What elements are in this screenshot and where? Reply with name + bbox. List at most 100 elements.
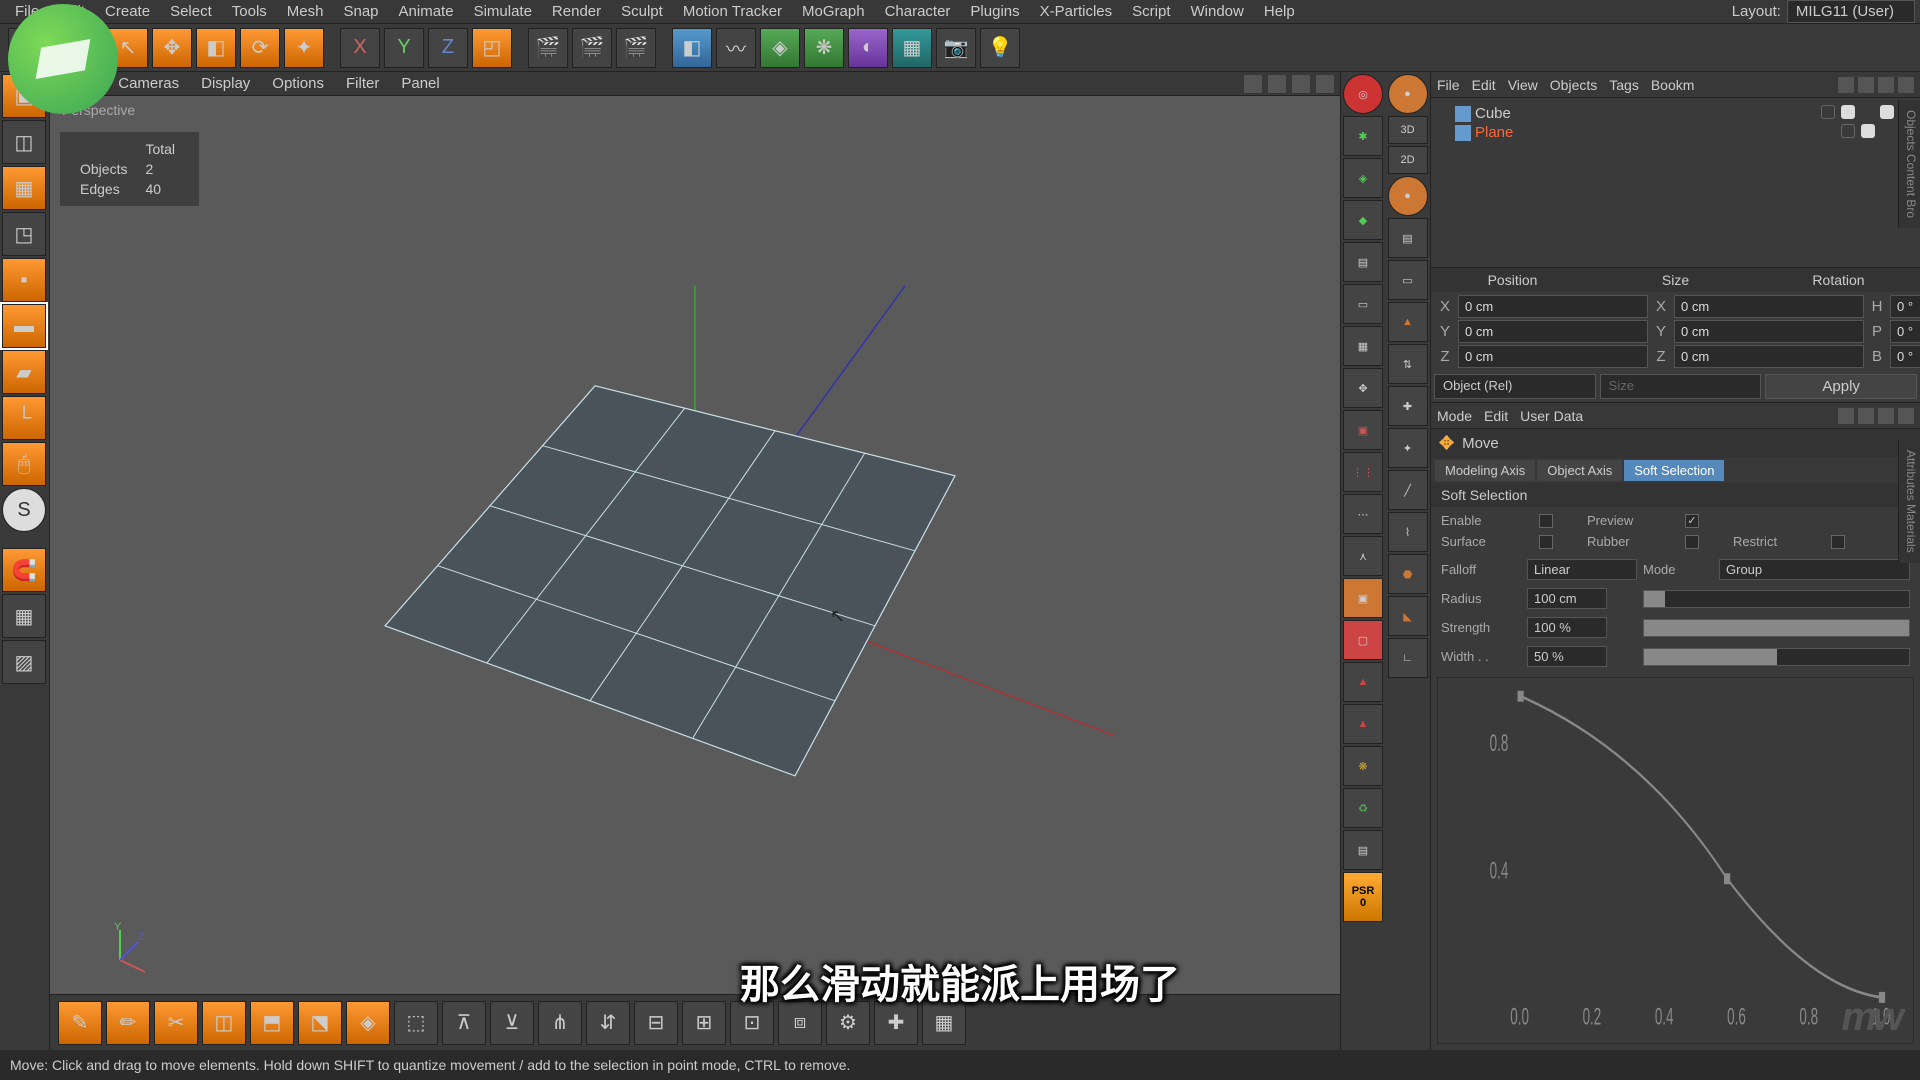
bt-connect-icon[interactable]: ⋔ <box>538 1001 582 1045</box>
obj-menu-tags[interactable]: Tags <box>1609 77 1639 93</box>
obj-menu-edit[interactable]: Edit <box>1472 77 1496 93</box>
render-view[interactable]: 🎬 <box>528 28 568 68</box>
tab-object-axis[interactable]: Object Axis <box>1537 460 1622 481</box>
environment-tool[interactable]: ▦ <box>892 28 932 68</box>
layout-select[interactable]: MILG11 (User) <box>1787 0 1915 23</box>
rt2-cross-icon[interactable]: ✚ <box>1388 386 1428 426</box>
workplane-mode[interactable]: ◳ <box>2 212 46 256</box>
lock-icon[interactable] <box>1878 408 1894 424</box>
rt-warn2-icon[interactable]: ▲ <box>1343 704 1383 744</box>
axis-mode[interactable]: └ <box>2 396 46 440</box>
coord-mode-select[interactable]: Object (Rel) <box>1434 374 1596 399</box>
enable-checkbox[interactable] <box>1539 514 1553 528</box>
x-axis-lock[interactable]: X <box>340 28 380 68</box>
rot-p-input[interactable] <box>1890 320 1920 343</box>
rt-atom-icon[interactable]: ✱ <box>1343 116 1383 156</box>
mode-select[interactable]: Group <box>1719 559 1910 580</box>
rt2-angle-icon[interactable]: ∟ <box>1388 638 1428 678</box>
menu-window[interactable]: Window <box>1181 0 1254 23</box>
rt-center-icon[interactable]: ✥ <box>1343 368 1383 408</box>
menu-mesh[interactable]: Mesh <box>277 0 334 23</box>
bt-bridge-icon[interactable]: ⬚ <box>394 1001 438 1045</box>
tab-modeling-axis[interactable]: Modeling Axis <box>1435 460 1535 481</box>
strength-slider[interactable] <box>1643 619 1910 637</box>
radius-slider[interactable] <box>1643 590 1910 608</box>
bt-slide-icon[interactable]: ⇵ <box>586 1001 630 1045</box>
obj-menu-view[interactable]: View <box>1508 77 1538 93</box>
snap-toggle[interactable]: S <box>2 488 46 532</box>
restrict-checkbox[interactable] <box>1831 535 1845 549</box>
tab-soft-selection[interactable]: Soft Selection <box>1624 460 1724 481</box>
search-icon[interactable] <box>1838 77 1854 93</box>
rt2-star-icon[interactable]: ✦ <box>1388 428 1428 468</box>
pos-y-input[interactable] <box>1458 320 1648 343</box>
rt2-ball-icon[interactable]: ● <box>1388 176 1428 216</box>
deformer-tool[interactable]: ◐ <box>848 28 888 68</box>
rt2-curve-icon[interactable]: ⌇ <box>1388 512 1428 552</box>
nav-layout-icon[interactable] <box>1316 75 1334 93</box>
workplane-tool[interactable]: ▦ <box>2 594 46 638</box>
generator-tool[interactable]: ◈ <box>760 28 800 68</box>
psr-button[interactable]: PSR0 <box>1343 872 1383 922</box>
menu-render[interactable]: Render <box>542 0 611 23</box>
rt2-tri-icon[interactable]: ▲ <box>1388 302 1428 342</box>
rt-layer-icon[interactable]: ▤ <box>1343 242 1383 282</box>
object-tree[interactable]: Cube Plane <box>1431 98 1920 268</box>
pos-z-input[interactable] <box>1458 345 1648 368</box>
obj-menu-bookm[interactable]: Bookm <box>1651 77 1695 93</box>
edge-mode[interactable]: ▬ <box>2 304 46 348</box>
rt2-sphere-icon[interactable]: ● <box>1388 74 1428 114</box>
rubber-checkbox[interactable] <box>1685 535 1699 549</box>
rot-b-input[interactable] <box>1890 345 1920 368</box>
menu-simulate[interactable]: Simulate <box>464 0 542 23</box>
bt-split-icon[interactable]: ⊟ <box>634 1001 678 1045</box>
menu-animate[interactable]: Animate <box>389 0 464 23</box>
apply-button[interactable]: Apply <box>1765 374 1917 399</box>
menu-plugins[interactable]: Plugins <box>960 0 1029 23</box>
z-axis-lock[interactable]: Z <box>428 28 468 68</box>
rt2-rect-icon[interactable]: ▭ <box>1388 260 1428 300</box>
bt-dissolve-icon[interactable]: ⊻ <box>490 1001 534 1045</box>
rt-gem-icon[interactable]: ◆ <box>1343 200 1383 240</box>
mouse-mode[interactable]: 🖱 <box>2 442 46 486</box>
rt2-3d[interactable]: 3D <box>1388 116 1428 144</box>
bt-brush-icon[interactable]: ✏ <box>106 1001 150 1045</box>
point-mode[interactable]: ▪ <box>2 258 46 302</box>
size-z-input[interactable] <box>1674 345 1864 368</box>
attr-menu-userdata[interactable]: User Data <box>1520 408 1583 424</box>
vm-options[interactable]: Options <box>262 73 334 94</box>
render-pict[interactable]: 🎬 <box>572 28 612 68</box>
obj-menu-objects[interactable]: Objects <box>1550 77 1597 93</box>
nav-rotate-icon[interactable] <box>1292 75 1310 93</box>
radius-input[interactable] <box>1527 588 1607 609</box>
tree-item-cube[interactable]: Cube <box>1437 104 1914 123</box>
rt-frame-icon[interactable]: ▣ <box>1343 410 1383 450</box>
size-mode-select[interactable]: Size <box>1600 374 1762 399</box>
polygon-mode[interactable]: ▰ <box>2 350 46 394</box>
locked-workplane[interactable]: ▨ <box>2 640 46 684</box>
bt-cube-icon[interactable]: ◫ <box>202 1001 246 1045</box>
spline-tool[interactable]: 〰 <box>716 28 756 68</box>
rt-rect-icon[interactable]: ▭ <box>1343 284 1383 324</box>
texture-mode[interactable]: ▦ <box>2 166 46 210</box>
bt-symmetry-icon[interactable]: ⊞ <box>682 1001 726 1045</box>
coord-system[interactable]: ◰ <box>472 28 512 68</box>
render-settings[interactable]: 🎬 <box>616 28 656 68</box>
nav-zoom-icon[interactable] <box>1268 75 1286 93</box>
menu-motion-tracker[interactable]: Motion Tracker <box>673 0 792 23</box>
y-axis-lock[interactable]: Y <box>384 28 424 68</box>
rt-pattern-icon[interactable]: ❋ <box>1343 746 1383 786</box>
pos-x-input[interactable] <box>1458 295 1648 318</box>
tag-icon[interactable] <box>1880 105 1894 119</box>
magnet-tool[interactable]: 🧲 <box>2 548 46 592</box>
rt-cube-icon[interactable]: ◈ <box>1343 158 1383 198</box>
bt-extrude-icon[interactable]: ⬒ <box>250 1001 294 1045</box>
move-tool[interactable]: ✥ <box>152 28 192 68</box>
side-tab-attributes[interactable]: Attributes Materials <box>1898 440 1920 563</box>
cube-primitive[interactable]: ◧ <box>672 28 712 68</box>
rt2-layers-icon[interactable]: ▤ <box>1388 218 1428 258</box>
menu-mograph[interactable]: MoGraph <box>792 0 875 23</box>
vm-display[interactable]: Display <box>191 73 260 94</box>
bt-knife-icon[interactable]: ✂ <box>154 1001 198 1045</box>
rt-box-orange-icon[interactable]: ▣ <box>1343 578 1383 618</box>
